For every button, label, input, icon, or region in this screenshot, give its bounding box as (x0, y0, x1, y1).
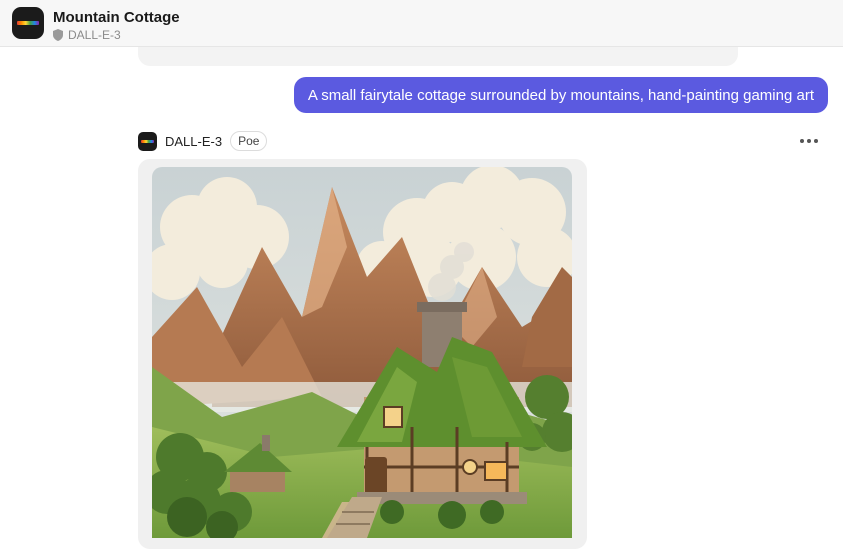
user-message-text: A small fairytale cottage surrounded by … (307, 86, 814, 104)
bot-avatar-small[interactable] (138, 131, 157, 151)
bot-name[interactable]: DALL-E-3 (165, 134, 222, 149)
shield-icon (53, 29, 63, 41)
poe-badge: Poe (230, 131, 268, 151)
user-message-bubble: A small fairytale cottage surrounded by … (293, 77, 828, 113)
more-horizontal-icon[interactable] (800, 139, 818, 143)
bot-subtitle-name: DALL-E-3 (68, 28, 121, 42)
generated-image[interactable] (152, 167, 572, 538)
bot-message-header: DALL-E-3 Poe (138, 131, 268, 151)
bot-avatar[interactable] (12, 7, 44, 39)
chat-header: Mountain Cottage DALL-E-3 (0, 0, 843, 47)
rainbow-bar-icon (17, 21, 39, 25)
chat-title: Mountain Cottage (53, 9, 180, 26)
bot-subtitle[interactable]: DALL-E-3 (53, 28, 121, 42)
rainbow-bar-icon (141, 139, 154, 143)
